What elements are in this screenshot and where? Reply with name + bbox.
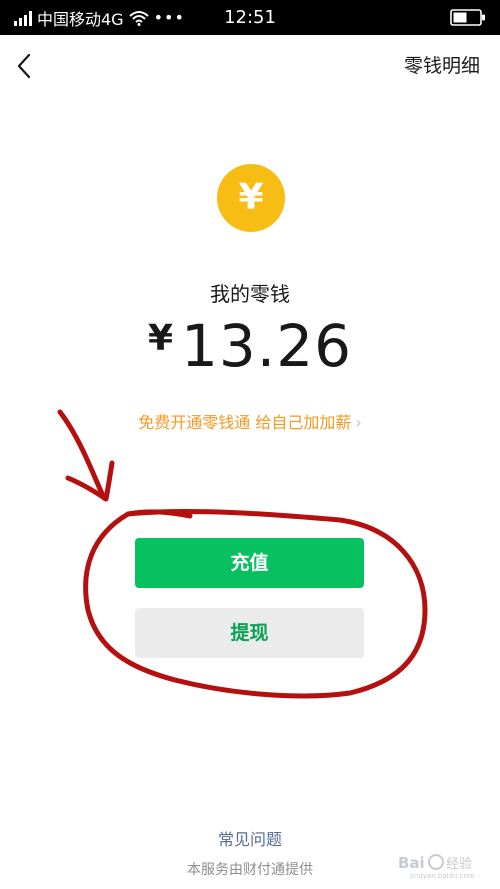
withdraw-button[interactable]: 提现 (135, 608, 364, 658)
wallet-page: 中国移动4G ••• 12:51 零钱明细 ¥ 我的零钱 ¥13.26 免费开通… (0, 0, 500, 889)
svg-text:jingyan.baidu.com: jingyan.baidu.com (409, 872, 475, 879)
currency-symbol: ¥ (147, 318, 173, 359)
wallet-details-link[interactable]: 零钱明细 (404, 51, 480, 78)
chevron-left-icon[interactable] (14, 52, 34, 80)
status-time: 12:51 (224, 7, 276, 28)
faq-link[interactable]: 常见问题 (0, 826, 500, 850)
status-bar: 中国移动4G ••• 12:51 (0, 0, 500, 35)
balance-amount: ¥13.26 (0, 312, 500, 380)
promo-link[interactable]: 免费开通零钱通 给自己加加薪 › (0, 409, 500, 433)
chevron-right-icon: › (355, 413, 362, 432)
battery-icon (450, 9, 485, 26)
baidu-watermark-logo: Bai 经验 jingyan.baidu.com (398, 854, 475, 879)
promo-text[interactable]: 免费开通零钱通 给自己加加薪 (138, 413, 351, 432)
balance-label: 我的零钱 (210, 282, 290, 306)
topup-button[interactable]: 充值 (135, 538, 364, 588)
annotation-arrow-head (65, 460, 115, 502)
coin-icon: ¥ (217, 164, 285, 232)
svg-text:Bai: Bai (398, 854, 425, 872)
annotation-overlay (57, 409, 428, 699)
amount-value: 13.26 (181, 312, 353, 380)
svg-text:经验: 经验 (446, 856, 472, 872)
